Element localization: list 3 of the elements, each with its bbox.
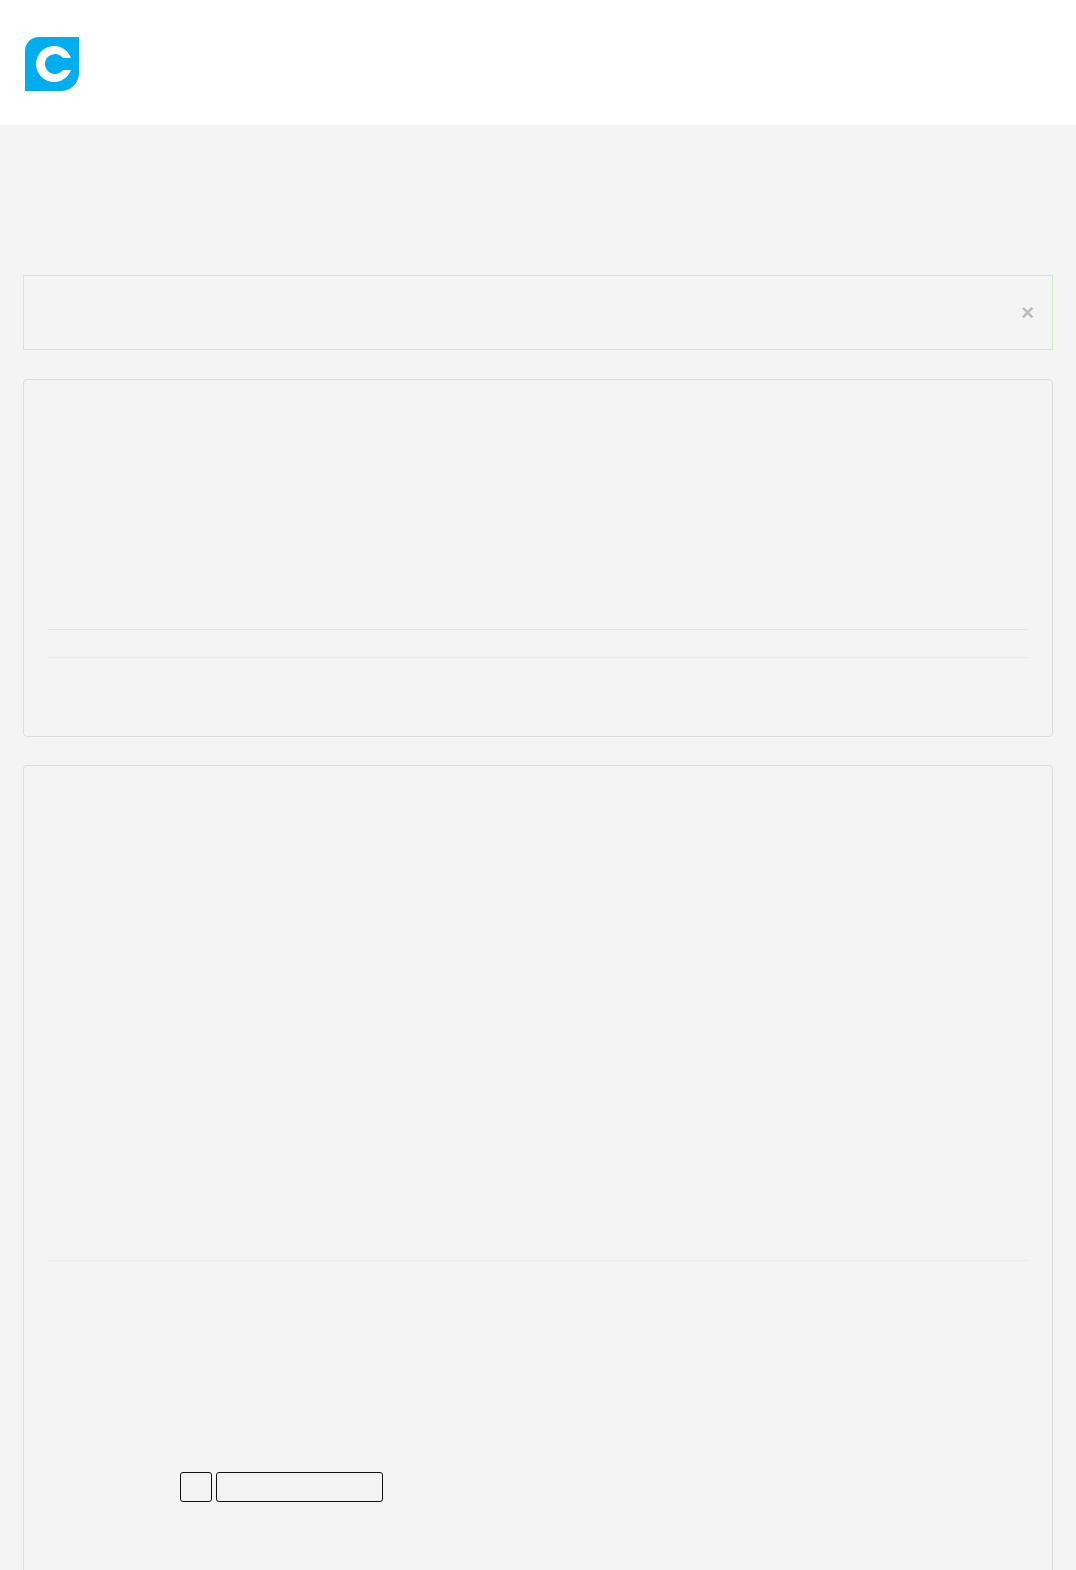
close-button[interactable]: × [1021, 301, 1034, 324]
input-field[interactable] [216, 1472, 383, 1502]
input-field[interactable] [180, 1472, 212, 1502]
